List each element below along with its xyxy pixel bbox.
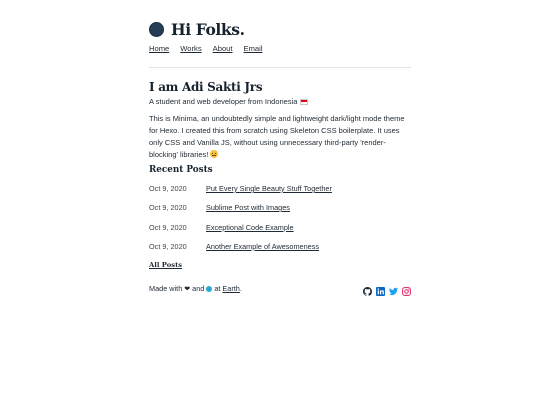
site-title[interactable]: Hi Folks.: [171, 20, 245, 39]
footer-period: .: [239, 284, 242, 293]
main-nav: Home Works About Email: [149, 44, 274, 53]
site-header: Hi Folks. Home Works About Email: [149, 18, 411, 68]
post-row: Oct 9, 2020 Sublime Post with Images: [149, 203, 411, 215]
footer-made-with: Made with: [149, 284, 183, 293]
globe-icon: [206, 285, 213, 292]
heart-icon: ❤: [184, 285, 191, 293]
bio-text: This is Minima, an undoubtedly simple an…: [149, 114, 405, 159]
brand[interactable]: Hi Folks.: [149, 20, 245, 39]
nav-works-link[interactable]: Works: [180, 44, 201, 53]
linkedin-icon[interactable]: [376, 283, 385, 296]
nav-email-link[interactable]: Email: [244, 44, 263, 53]
intro-subtitle: A student and web developer from Indones…: [149, 96, 309, 107]
footer-at: at: [214, 284, 221, 293]
all-posts-link[interactable]: All Posts: [149, 261, 182, 269]
post-row: Oct 9, 2020 Another Example of Awesomene…: [149, 242, 411, 254]
footer-and: and: [192, 284, 205, 293]
twitter-icon[interactable]: [389, 283, 398, 296]
nav-about-link[interactable]: About: [213, 44, 233, 53]
site-footer: Made with ❤ and at Earth.: [149, 283, 411, 296]
github-icon[interactable]: [363, 283, 373, 296]
logo-icon: [149, 21, 164, 37]
footer-credit: Made with ❤ and at Earth.: [149, 284, 242, 293]
post-link[interactable]: Another Example of Awesomeness: [206, 242, 319, 251]
intro-subtitle-text: A student and web developer from Indones…: [149, 97, 298, 106]
post-date: Oct 9, 2020: [149, 203, 187, 212]
smiling-emoji-icon: [210, 150, 219, 158]
earth-link[interactable]: Earth: [222, 284, 239, 293]
post-link[interactable]: Sublime Post with Images: [206, 203, 290, 212]
post-date: Oct 9, 2020: [149, 184, 187, 193]
post-link[interactable]: Exceptional Code Example: [206, 223, 294, 232]
post-link[interactable]: Put Every Single Beauty Stuff Together: [206, 184, 332, 193]
social-links: [359, 283, 411, 296]
intro-title: I am Adi Sakti Jrs: [149, 80, 263, 94]
post-date: Oct 9, 2020: [149, 242, 187, 251]
post-row: Oct 9, 2020 Put Every Single Beauty Stuf…: [149, 184, 411, 196]
recent-posts-title: Recent Posts: [149, 165, 213, 175]
nav-home-link[interactable]: Home: [149, 44, 169, 53]
instagram-icon[interactable]: [402, 283, 411, 296]
post-date: Oct 9, 2020: [149, 223, 187, 232]
post-row: Oct 9, 2020 Exceptional Code Example: [149, 223, 411, 235]
indonesia-flag-icon: [300, 98, 309, 105]
bio-paragraph: This is Minima, an undoubtedly simple an…: [149, 113, 411, 161]
